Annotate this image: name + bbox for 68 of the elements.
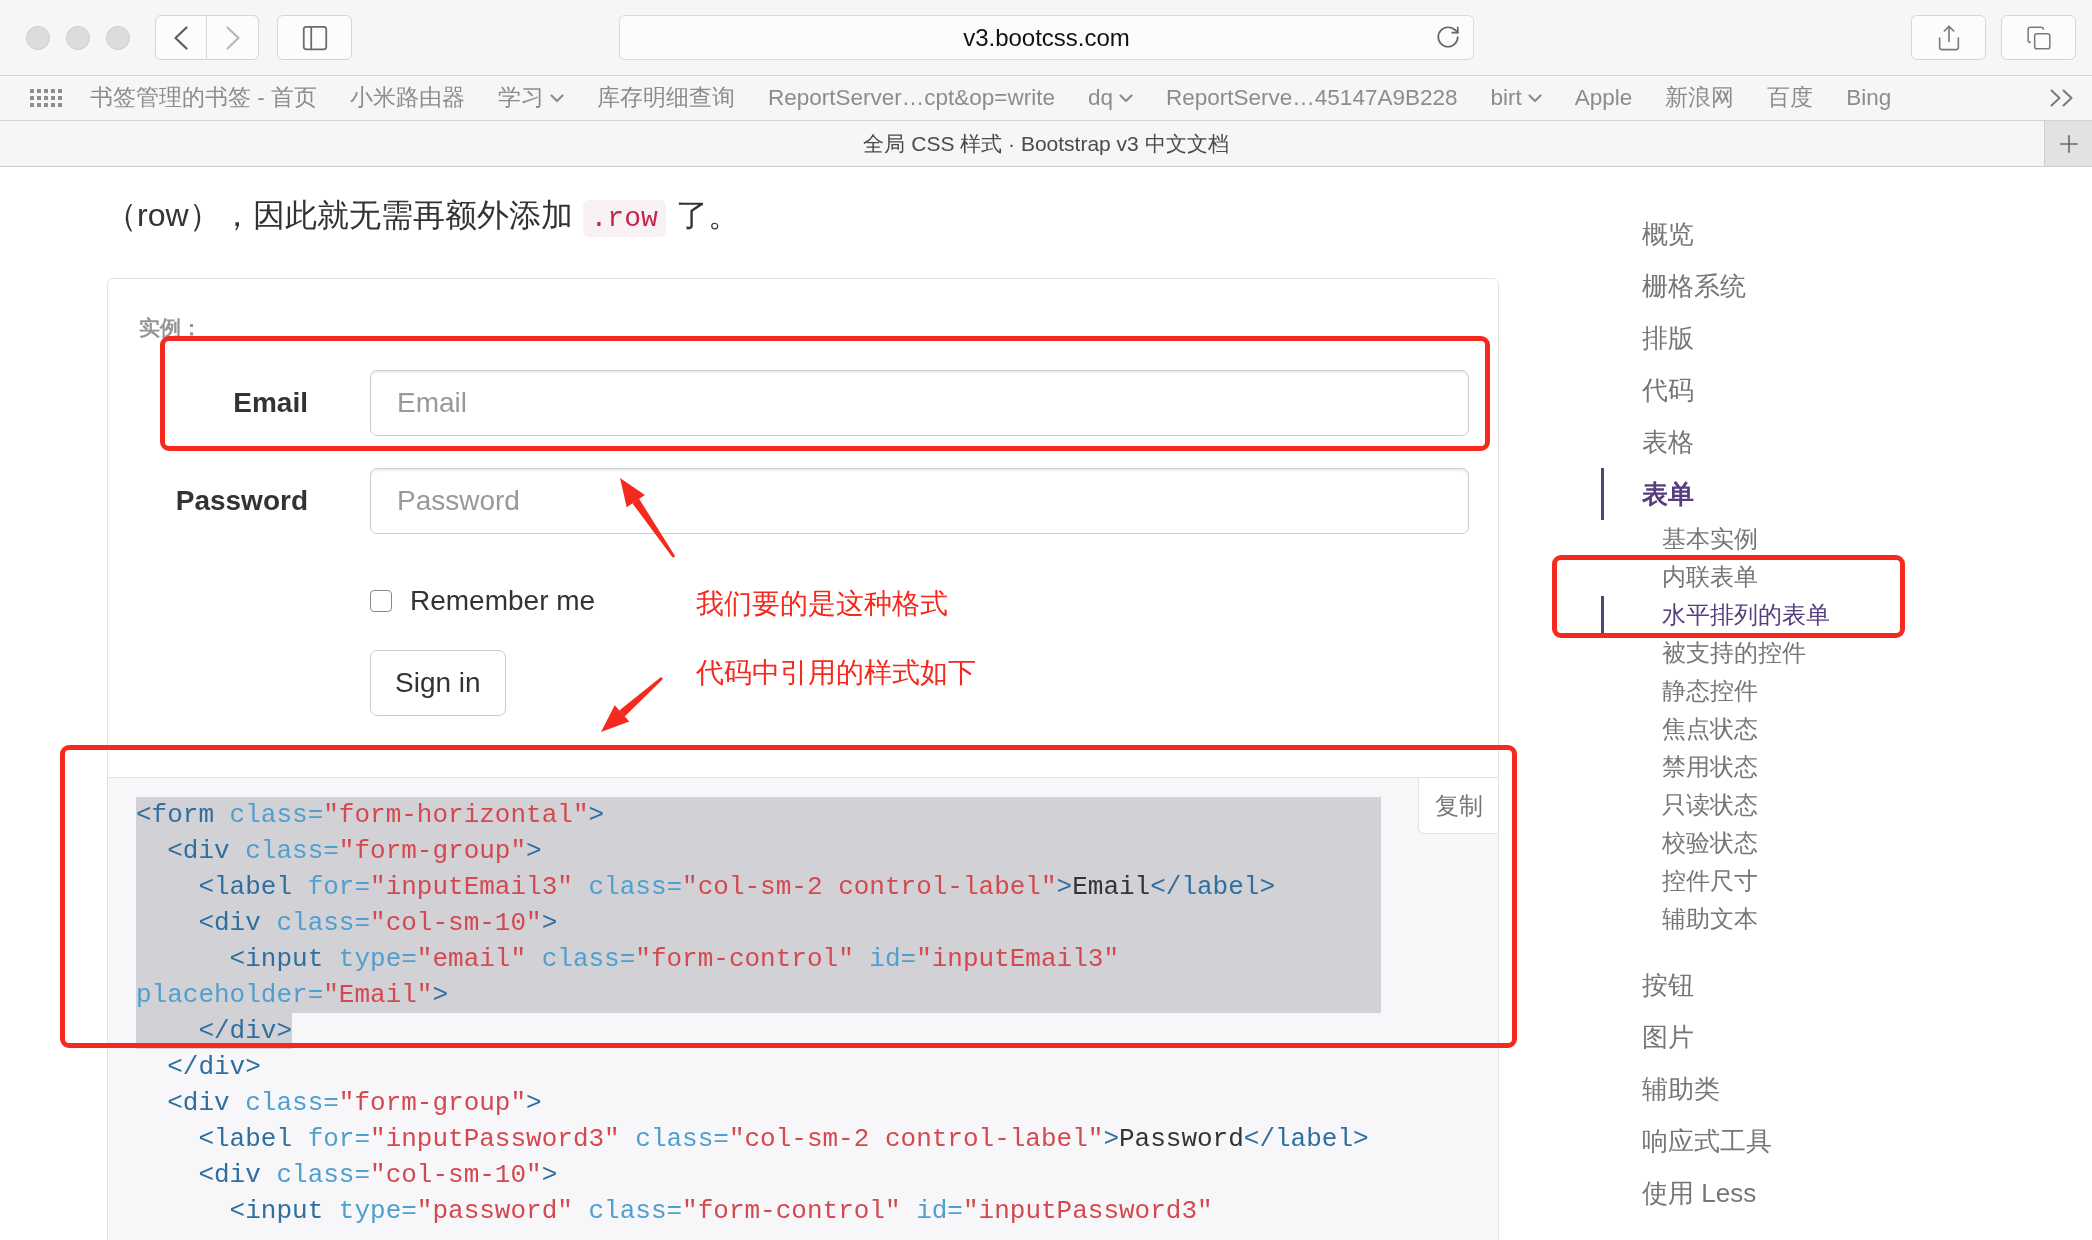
annotation-arrow: [601, 676, 663, 732]
sidebar-link[interactable]: 使用 Less: [1601, 1167, 1757, 1219]
annotation-note: 代码中引用的样式如下: [696, 656, 976, 690]
field-label: Password: [174, 484, 308, 518]
sidebar-toggle-button[interactable]: [277, 15, 352, 60]
copy-button[interactable]: 复制: [1418, 778, 1498, 834]
sidebar-link[interactable]: 水平排列的表单: [1601, 596, 1830, 634]
bookmark-link[interactable]: ReportServer…cpt&op=write: [768, 81, 1055, 115]
bookmark-link[interactable]: dq: [1088, 81, 1134, 115]
bookmark-link[interactable]: birt: [1490, 81, 1542, 115]
back-button[interactable]: [155, 15, 207, 60]
bookmark-link[interactable]: 库存明细查询: [597, 81, 735, 115]
chevron-right-icon: [225, 25, 240, 50]
sidebar-link[interactable]: 校验状态: [1601, 824, 1758, 862]
sidebar-link[interactable]: 代码: [1601, 364, 1694, 416]
code-line: </div>: [166, 1051, 261, 1084]
chevron-down-icon: [550, 93, 564, 103]
stacked-squares-icon: [2025, 24, 2052, 51]
chevron-down-icon: [1119, 93, 1134, 103]
chevron-down-icon: [1527, 93, 1542, 103]
annotation-note: 我们要的是这种格式: [696, 587, 948, 621]
code-line: <label for="inputPassword3" class="col-sm-2 control-label">Password</label>: [197, 1123, 1369, 1156]
checkbox[interactable]: [370, 590, 392, 612]
sidebar-link[interactable]: 只读状态: [1601, 786, 1758, 824]
sidebar-link[interactable]: 表格: [1601, 416, 1694, 468]
sidebar-link[interactable]: 表单: [1601, 468, 1694, 520]
bookmark-link[interactable]: 学习: [498, 81, 564, 115]
code-line: <div class="col-sm-10">: [197, 1159, 558, 1192]
checkbox-label[interactable]: Remember me: [410, 580, 596, 622]
bookmark-link[interactable]: Bing: [1846, 81, 1892, 115]
sidebar-link[interactable]: 辅助类: [1601, 1063, 1720, 1115]
input-field[interactable]: Email: [370, 370, 1469, 436]
bookmark-link[interactable]: 书签管理的书签 - 首页: [90, 81, 317, 115]
sidebar-link[interactable]: 图片: [1601, 1011, 1694, 1063]
input-field[interactable]: Password: [370, 468, 1469, 534]
address-field[interactable]: v3.bootcss.com: [619, 15, 1474, 60]
sign-in-button[interactable]: Sign in: [370, 650, 506, 716]
reload-icon[interactable]: [1435, 24, 1461, 50]
sidebar-link[interactable]: 控件尺寸: [1601, 862, 1758, 900]
bookmark-link[interactable]: 百度: [1767, 81, 1814, 115]
body-paragraph: （row），因此就无需再额外添加 .row 了。: [105, 192, 740, 242]
sidebar-link[interactable]: 禁用状态: [1601, 748, 1758, 786]
grid-icon[interactable]: [30, 89, 62, 107]
bookmark-link[interactable]: 小米路由器: [350, 81, 465, 115]
bookmark-link[interactable]: ReportServe…45147A9B228: [1166, 81, 1458, 115]
sidebar-link[interactable]: 排版: [1601, 312, 1694, 364]
sidebar-link[interactable]: 焦点状态: [1601, 710, 1758, 748]
example-label: 实例：: [139, 315, 202, 341]
new-tab-button[interactable]: [2044, 121, 2092, 166]
browser-tab[interactable]: 全局 CSS 样式 · Bootstrap v3 中文文档: [0, 121, 2044, 166]
sidebar-link[interactable]: 静态控件: [1601, 672, 1758, 710]
sidebar-link[interactable]: 辅助文本: [1601, 900, 1758, 938]
bookmark-link[interactable]: Apple: [1574, 81, 1633, 115]
code-line: <input type="password" class="form-control" id="inputPassword3": [228, 1195, 1213, 1228]
tabs-button[interactable]: [2001, 15, 2076, 60]
sidebar-link[interactable]: 按钮: [1601, 959, 1694, 1011]
chevron-left-icon: [174, 25, 188, 50]
bookmark-link[interactable]: 新浪网: [1665, 81, 1735, 115]
sidebar-link[interactable]: 概览: [1601, 208, 1694, 260]
sidebar-link[interactable]: 基本实例: [1601, 520, 1758, 558]
field-label: Email: [232, 386, 308, 420]
sidebar-link[interactable]: 内联表单: [1601, 558, 1758, 596]
double-chevron-icon[interactable]: [2050, 89, 2074, 107]
sidebar-link[interactable]: 响应式工具: [1601, 1115, 1772, 1167]
sidebar-link[interactable]: 被支持的控件: [1601, 634, 1806, 672]
sidebar-link[interactable]: 栅格系统: [1601, 260, 1746, 312]
code-line: <div class="form-group">: [166, 1087, 542, 1120]
share-button[interactable]: [1911, 15, 1986, 60]
